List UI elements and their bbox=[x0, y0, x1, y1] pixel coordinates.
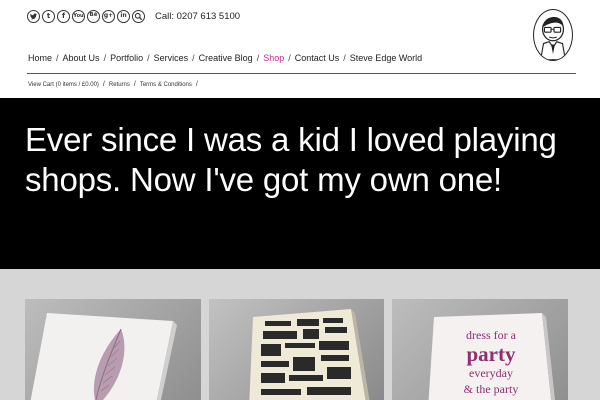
poster-line-3: everyday bbox=[469, 366, 513, 380]
nav-item-steve-edge-world[interactable]: Steve Edge World bbox=[350, 53, 422, 63]
subnav-separator: / bbox=[102, 81, 105, 88]
hero-banner: Ever since I was a kid I loved playing s… bbox=[0, 98, 600, 269]
product-card-feather-print[interactable] bbox=[25, 299, 201, 400]
typography-print-image bbox=[249, 309, 370, 400]
youtube-icon[interactable]: You bbox=[72, 9, 85, 23]
twitter-icon[interactable] bbox=[27, 9, 40, 23]
poster-line-4: & the party bbox=[464, 382, 519, 396]
social-icons: t f You Bē g+ in Call: 0207 613 5100 bbox=[27, 9, 240, 23]
hero-heading: Ever since I was a kid I loved playing s… bbox=[25, 121, 557, 198]
nav-item-services[interactable]: Services bbox=[154, 53, 189, 63]
view-cart-link[interactable]: View Cart (0 items / £0.00) bbox=[28, 82, 99, 88]
behance-icon[interactable]: Bē bbox=[87, 9, 100, 23]
nav-item-home[interactable]: Home bbox=[28, 53, 52, 63]
nav-item-creative-blog[interactable]: Creative Blog bbox=[199, 53, 253, 63]
nav-separator: / bbox=[343, 53, 346, 63]
feather-print-image bbox=[30, 313, 177, 400]
site-logo[interactable] bbox=[533, 9, 573, 61]
phone-number: Call: 0207 613 5100 bbox=[155, 10, 241, 22]
facebook-icon[interactable]: f bbox=[57, 9, 70, 23]
nav-separator: / bbox=[256, 53, 260, 63]
party-print-image: dress for a party everyday & the party bbox=[428, 313, 556, 400]
product-card-dress-for-a-party-print[interactable]: dress for a party everyday & the party bbox=[392, 299, 568, 400]
poster-line-1: dress for a bbox=[466, 328, 517, 342]
poster-line-2: party bbox=[467, 342, 516, 366]
nav-item-about-us[interactable]: About Us bbox=[63, 53, 100, 63]
product-grid: dress for a party everyday & the party bbox=[0, 269, 600, 400]
product-card-typography-print[interactable] bbox=[209, 299, 384, 400]
linkedin-icon[interactable]: in bbox=[117, 9, 130, 23]
nav-separator: / bbox=[288, 53, 291, 63]
subnav-separator: / bbox=[133, 81, 136, 88]
nav-separator: / bbox=[147, 53, 150, 63]
nav-item-portfolio[interactable]: Portfolio bbox=[110, 53, 143, 63]
header-divider bbox=[27, 73, 576, 74]
tumblr-icon[interactable]: t bbox=[42, 9, 55, 23]
search-icon[interactable] bbox=[132, 9, 145, 23]
site-header: t f You Bē g+ in Call: 0207 613 5100 Hom… bbox=[0, 0, 600, 98]
returns-link[interactable]: Returns bbox=[109, 82, 130, 88]
nav-item-shop[interactable]: Shop bbox=[263, 53, 284, 63]
nav-item-contact-us[interactable]: Contact Us bbox=[295, 53, 340, 63]
nav-separator: / bbox=[192, 53, 195, 63]
google-plus-icon[interactable]: g+ bbox=[102, 9, 115, 23]
nav-separator: / bbox=[56, 53, 59, 63]
main-navigation: Home / About Us / Portfolio / Services /… bbox=[28, 53, 422, 63]
nav-separator: / bbox=[103, 53, 107, 63]
subnav-separator: / bbox=[195, 81, 198, 88]
shop-subnav: View Cart (0 items / £0.00) / Returns / … bbox=[28, 81, 202, 88]
terms-link[interactable]: Terms & Conditions bbox=[140, 82, 192, 88]
